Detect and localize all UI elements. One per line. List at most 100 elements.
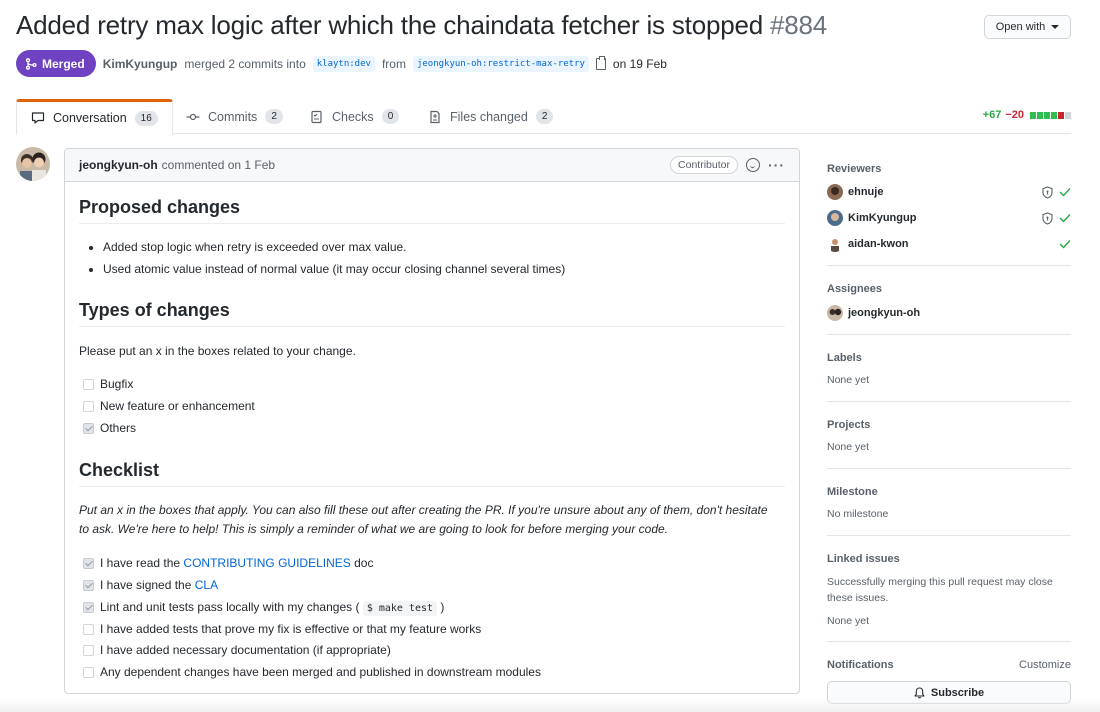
checklist-item-cla[interactable]: I have signed the CLA xyxy=(83,578,218,592)
divider xyxy=(827,401,1071,402)
checklist-item-tests-added[interactable]: I have added tests that prove my fix is … xyxy=(83,622,481,636)
checkbox-checked[interactable] xyxy=(83,579,94,591)
reviewer-name: KimKyungup xyxy=(848,212,917,224)
checklist-text: I have added necessary documentation (if… xyxy=(100,643,391,657)
inline-code: $ make test xyxy=(362,601,438,616)
tab-count: 0 xyxy=(381,109,400,124)
reviewer-item[interactable]: KimKyungup xyxy=(827,209,1071,227)
deletions-count: −20 xyxy=(1005,109,1024,121)
types-intro: Please put an x in the boxes related to … xyxy=(79,344,356,358)
caret-down-icon xyxy=(1051,25,1060,29)
checklist-item-dependent[interactable]: Any dependent changes have been merged a… xyxy=(83,665,541,679)
comment-action: commented on 1 Feb xyxy=(161,158,276,172)
labels-title[interactable]: Labels xyxy=(827,352,1071,364)
text: ) xyxy=(440,600,445,614)
reviewers-title[interactable]: Reviewers xyxy=(827,163,1071,175)
divider xyxy=(827,468,1071,469)
merged-status-badge: Merged xyxy=(16,50,96,77)
milestone-value: No milestone xyxy=(827,508,889,520)
bell-icon xyxy=(914,686,925,698)
linked-issues-value: None yet xyxy=(827,615,870,627)
projects-section: Projects None yet xyxy=(827,419,1071,453)
reviewer-name: aidan-kwon xyxy=(848,238,909,250)
avatar xyxy=(827,184,843,200)
checkbox[interactable] xyxy=(83,623,94,635)
checkbox-label: Others xyxy=(100,421,137,435)
add-reaction-icon[interactable] xyxy=(746,158,760,172)
checkbox-checked[interactable] xyxy=(83,557,94,569)
avatar xyxy=(827,210,843,226)
checklist-text: Any dependent changes have been merged a… xyxy=(100,665,541,679)
checkbox-label: Bugfix xyxy=(100,377,134,391)
checkbox[interactable] xyxy=(83,378,94,390)
base-branch[interactable]: klaytn:dev xyxy=(312,55,375,72)
avatar xyxy=(827,305,843,321)
merged-status-label: Merged xyxy=(42,56,85,71)
tab-label: Commits xyxy=(208,109,258,124)
checkbox[interactable] xyxy=(83,644,94,656)
projects-title[interactable]: Projects xyxy=(827,419,1071,431)
checkbox-others[interactable]: Others xyxy=(83,421,136,435)
checkbox-checked[interactable] xyxy=(83,422,94,434)
tab-files-changed[interactable]: Files changed 2 xyxy=(428,99,554,134)
divider xyxy=(827,535,1071,536)
diffstat: +67 −20 xyxy=(983,109,1071,121)
assignees-title[interactable]: Assignees xyxy=(827,283,1071,295)
linked-issues-title[interactable]: Linked issues xyxy=(827,553,1071,565)
checklist-icon xyxy=(311,110,322,123)
commenter-avatar[interactable] xyxy=(16,147,50,181)
checkbox-bugfix[interactable]: Bugfix xyxy=(83,377,133,391)
head-branch[interactable]: jeongkyun-oh:restrict-max-retry xyxy=(412,55,589,72)
commit-icon xyxy=(186,113,200,120)
assignee-name: jeongkyun-oh xyxy=(848,307,921,319)
projects-value: None yet xyxy=(827,441,870,453)
divider xyxy=(827,641,1071,642)
avatar xyxy=(827,236,843,252)
pr-description-comment: jeongkyun-oh commented on 1 Feb Contribu… xyxy=(64,148,800,694)
open-with-button[interactable]: Open with xyxy=(984,15,1071,39)
checkbox[interactable] xyxy=(83,400,94,412)
checkbox-label: New feature or enhancement xyxy=(100,399,255,413)
heading-proposed-changes: Proposed changes xyxy=(79,197,785,224)
labels-value: None yet xyxy=(827,374,870,386)
checkbox-checked[interactable] xyxy=(83,601,94,613)
more-options-icon[interactable]: ··· xyxy=(768,157,785,173)
checklist-item-tests-pass[interactable]: Lint and unit tests pass locally with my… xyxy=(83,600,445,616)
cla-link[interactable]: CLA xyxy=(195,578,218,592)
checkbox[interactable] xyxy=(83,666,94,678)
divider xyxy=(827,265,1071,266)
reviewer-item[interactable]: ehnuje xyxy=(827,183,1071,201)
contributing-guidelines-link[interactable]: CONTRIBUTING GUIDELINES xyxy=(183,556,350,570)
labels-section: Labels None yet xyxy=(827,352,1071,386)
comment-author[interactable]: jeongkyun-oh xyxy=(79,158,158,172)
additions-count: +67 xyxy=(982,109,1002,121)
tab-commits[interactable]: Commits 2 xyxy=(186,99,283,134)
merger-link[interactable]: KimKyungup xyxy=(103,57,178,71)
notifications-section: Notifications Customize xyxy=(827,659,1071,671)
contributor-badge: Contributor xyxy=(670,156,738,174)
reviewers-section: Reviewers xyxy=(827,163,1071,175)
text: Lint and unit tests pass locally with my… xyxy=(100,600,360,614)
reviewer-item[interactable]: aidan-kwon xyxy=(827,235,1071,253)
checklist-text: Lint and unit tests pass locally with my… xyxy=(100,600,445,616)
checkbox-new-feature[interactable]: New feature or enhancement xyxy=(83,399,255,413)
checklist-item-docs[interactable]: I have added necessary documentation (if… xyxy=(83,643,391,657)
tab-count: 2 xyxy=(265,109,283,124)
checklist-text: I have added tests that prove my fix is … xyxy=(100,622,482,636)
tab-label: Checks xyxy=(332,109,374,124)
diffstat-blocks xyxy=(1030,111,1071,119)
checklist-item-guidelines[interactable]: I have read the CONTRIBUTING GUIDELINES … xyxy=(83,556,373,570)
text: I have read the xyxy=(100,556,181,570)
tab-label: Conversation xyxy=(53,111,127,125)
tab-checks[interactable]: Checks 0 xyxy=(310,99,400,134)
tab-conversation[interactable]: Conversation 16 xyxy=(16,99,173,135)
milestone-title[interactable]: Milestone xyxy=(827,486,1071,498)
customize-link[interactable]: Customize xyxy=(1019,659,1071,671)
copy-clipboard-icon[interactable] xyxy=(595,55,606,70)
list-item: Used atomic value instead of normal valu… xyxy=(103,258,565,280)
assignees-section: Assignees xyxy=(827,283,1071,295)
reviewer-name: ehnuje xyxy=(848,186,884,198)
assignee-item[interactable]: jeongkyun-oh xyxy=(827,304,1071,322)
pr-title: Added retry max logic after which the ch… xyxy=(16,10,827,41)
git-merge-icon xyxy=(25,57,37,70)
